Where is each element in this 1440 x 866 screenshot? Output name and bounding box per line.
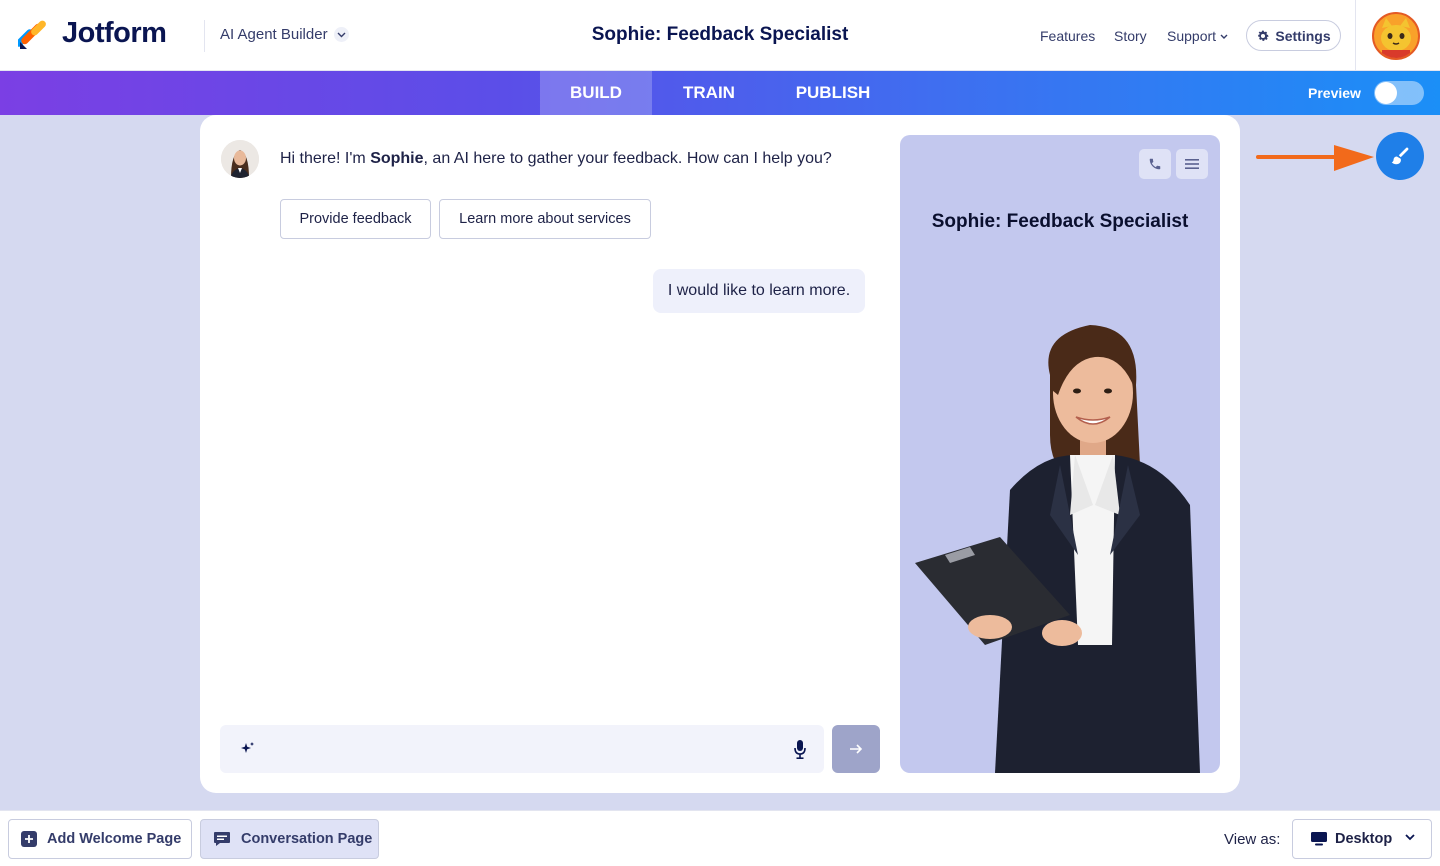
user-avatar[interactable] — [1372, 12, 1420, 60]
jotform-logo-icon — [15, 18, 48, 50]
device-select-value: Desktop — [1335, 831, 1393, 847]
chat-input[interactable] — [268, 735, 768, 763]
product-name: AI Agent Builder — [220, 26, 328, 43]
customize-design-button[interactable] — [1376, 132, 1424, 180]
device-select[interactable]: Desktop — [1292, 819, 1432, 859]
product-switcher[interactable]: AI Agent Builder — [220, 26, 349, 43]
top-header: Jotform AI Agent Builder Sophie: Feedbac… — [0, 0, 1440, 71]
microphone-icon[interactable] — [794, 740, 806, 759]
brand-name: Jotform — [62, 17, 167, 49]
nav-support-label: Support — [1167, 28, 1217, 44]
greeting-text-end: , an AI here to gather your feedback. Ho… — [423, 150, 832, 167]
tab-publish[interactable]: PUBLISH — [780, 71, 886, 115]
agent-avatar — [221, 140, 259, 178]
agent-preview-panel: Sophie: Feedback Specialist — [900, 135, 1220, 773]
agent-greeting: Hi there! I'm Sophie, an AI here to gath… — [280, 150, 832, 168]
settings-label: Settings — [1275, 27, 1331, 44]
hamburger-menu-icon — [1185, 159, 1199, 169]
chevron-down-icon — [1405, 834, 1415, 841]
plus-square-icon — [21, 831, 37, 847]
view-as-label: View as: — [1224, 831, 1281, 848]
agent-name: Sophie — [370, 150, 424, 167]
settings-button[interactable]: Settings — [1246, 20, 1341, 51]
suggestion-learn-more[interactable]: Learn more about services — [439, 199, 651, 239]
chevron-down-icon — [1220, 34, 1228, 39]
greeting-text: Hi there! I'm — [280, 150, 371, 167]
chat-preview-card: Hi there! I'm Sophie, an AI here to gath… — [200, 115, 1240, 793]
page-footer: Add Welcome Page Conversation Page View … — [0, 810, 1440, 866]
cat-avatar-icon — [1381, 18, 1411, 58]
annotation-arrow-icon — [1256, 145, 1374, 171]
chat-input-bar — [220, 725, 824, 773]
conversation-page-button[interactable]: Conversation Page — [200, 819, 379, 859]
menu-button[interactable] — [1176, 149, 1208, 179]
add-welcome-page-button[interactable]: Add Welcome Page — [8, 819, 192, 859]
sparkle-icon — [241, 742, 254, 753]
gear-icon — [1258, 30, 1269, 41]
monitor-icon — [1311, 832, 1327, 846]
builder-tab-bar: BUILD TRAIN PUBLISH Preview — [0, 71, 1440, 115]
chevron-down-icon — [333, 27, 349, 42]
header-divider-right — [1355, 0, 1356, 71]
agent-avatar-icon — [221, 140, 259, 178]
suggestion-provide-feedback[interactable]: Provide feedback — [280, 199, 431, 239]
preview-toggle[interactable] — [1374, 81, 1424, 105]
paint-brush-icon — [1391, 147, 1409, 165]
tab-train[interactable]: TRAIN — [662, 71, 756, 115]
preview-label: Preview — [1308, 85, 1361, 101]
add-welcome-page-label: Add Welcome Page — [47, 831, 182, 847]
phone-icon — [1149, 158, 1161, 170]
jotform-logo[interactable]: Jotform — [15, 17, 167, 50]
user-message-bubble: I would like to learn more. — [653, 269, 865, 313]
arrow-right-icon — [850, 744, 863, 754]
chat-bubble-icon — [214, 832, 230, 846]
header-divider — [204, 20, 205, 52]
nav-features[interactable]: Features — [1040, 28, 1095, 44]
nav-support[interactable]: Support — [1167, 28, 1228, 44]
conversation-page-label: Conversation Page — [241, 831, 373, 847]
agent-preview-title: Sophie: Feedback Specialist — [931, 211, 1189, 232]
tab-build[interactable]: BUILD — [540, 71, 652, 115]
nav-story[interactable]: Story — [1114, 28, 1147, 44]
agent-portrait-image — [915, 325, 1200, 773]
call-button[interactable] — [1139, 149, 1171, 179]
send-button[interactable] — [832, 725, 880, 773]
toggle-knob — [1375, 82, 1397, 104]
